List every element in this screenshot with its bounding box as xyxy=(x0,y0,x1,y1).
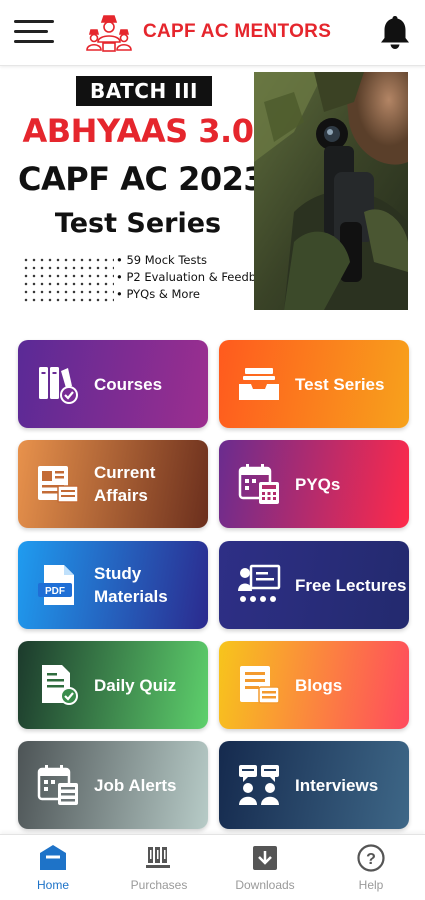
hamburger-menu-icon[interactable] xyxy=(14,20,54,46)
capf-mentors-logo xyxy=(86,15,132,52)
interviews-tile[interactable]: Interviews xyxy=(219,741,409,829)
tile-label: Free Lectures xyxy=(295,575,407,595)
svg-text:?: ? xyxy=(366,851,376,868)
svg-text:PDF: PDF xyxy=(45,586,65,597)
nav-label: Purchases xyxy=(130,878,188,892)
blogs-tile[interactable]: Blogs xyxy=(219,641,409,729)
bullet-item: 59 Mock Tests xyxy=(116,252,276,269)
teacher-board-icon xyxy=(238,564,281,602)
tile-label: Current Affairs xyxy=(94,463,156,505)
tile-label: Daily Quiz xyxy=(94,675,177,695)
test-series-tile[interactable]: Test Series xyxy=(219,340,409,428)
nav-downloads[interactable]: Downloads xyxy=(212,835,318,900)
bullet-item: P2 Evaluation & Feedback xyxy=(116,269,276,286)
tile-label: Interviews xyxy=(295,775,379,795)
promo-banner[interactable]: BATCH III ABHYAAS 3.0 CAPF AC 2023 Test … xyxy=(18,72,408,310)
job-alerts-tile[interactable]: Job Alerts xyxy=(18,741,208,829)
batch-label: BATCH III xyxy=(76,76,212,106)
inbox-tray-icon xyxy=(239,368,279,400)
nav-home[interactable]: Home xyxy=(0,835,106,900)
home-icon xyxy=(40,845,66,870)
nav-label: Help xyxy=(358,878,384,892)
calendar-calculator-icon xyxy=(238,464,279,504)
blog-article-icon xyxy=(240,666,280,704)
banner-heading: Test Series xyxy=(54,208,222,239)
nav-help[interactable]: ? Help xyxy=(318,835,424,900)
current-affairs-tile[interactable]: Current Affairs xyxy=(18,440,208,528)
brand-name: CAPF AC MENTORS xyxy=(143,21,332,42)
tile-label: Blogs xyxy=(295,675,343,695)
banner-bullets: 59 Mock Tests P2 Evaluation & Feedback P… xyxy=(116,252,276,303)
nav-label: Downloads xyxy=(235,878,295,892)
interview-chat-icon xyxy=(239,765,279,805)
tile-label: Study Materials xyxy=(94,564,168,606)
bullet-item: PYQs & More xyxy=(116,286,276,303)
download-icon xyxy=(253,846,277,870)
help-icon: ? xyxy=(357,844,385,872)
banner-subtitle: CAPF AC 2023 xyxy=(18,160,266,198)
quiz-document-icon xyxy=(42,665,78,705)
nav-purchases[interactable]: Purchases xyxy=(106,835,212,900)
newspaper-icon xyxy=(38,466,79,503)
pdf-file-icon: PDF xyxy=(38,565,74,605)
books-check-icon xyxy=(39,367,78,404)
banner-text-panel: BATCH III ABHYAAS 3.0 CAPF AC 2023 Test … xyxy=(18,72,276,310)
nav-label: Home xyxy=(36,878,69,892)
tile-label: PYQs xyxy=(295,474,341,494)
dot-pattern xyxy=(22,256,114,304)
study-materials-tile[interactable]: PDF Study Materials xyxy=(18,541,208,629)
free-lectures-tile[interactable]: Free Lectures xyxy=(219,541,409,629)
bottom-navigation: Home Purchases Downloads ? Help xyxy=(0,834,425,900)
soldier-aiming-rifle-image xyxy=(254,72,408,310)
daily-quiz-tile[interactable]: Daily Quiz xyxy=(18,641,208,729)
tile-label: Courses xyxy=(94,374,163,394)
bell-icon[interactable] xyxy=(378,14,412,50)
courses-tile[interactable]: Courses xyxy=(18,340,208,428)
tile-label: Test Series xyxy=(295,374,385,394)
tile-label: Job Alerts xyxy=(94,775,177,795)
app-header: CAPF AC MENTORS xyxy=(0,0,425,66)
pyqs-tile[interactable]: PYQs xyxy=(219,440,409,528)
purchases-icon xyxy=(146,847,170,868)
banner-title: ABHYAAS 3.0 xyxy=(22,112,254,150)
job-calendar-icon xyxy=(37,765,78,805)
